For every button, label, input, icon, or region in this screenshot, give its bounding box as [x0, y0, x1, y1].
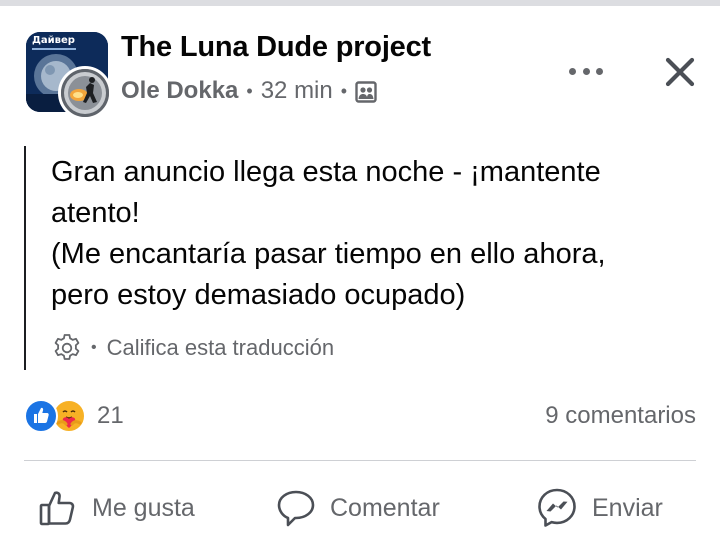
rate-translation-label: Califica esta traducción — [106, 335, 335, 360]
post-text: Gran anuncio llega esta noche - ¡mantent… — [51, 152, 704, 316]
post-header: Дайвер The Luna Dude project Ole Dokka •… — [0, 26, 720, 120]
avatar-group[interactable]: Дайвер — [26, 32, 116, 120]
gear-icon — [54, 334, 80, 360]
send-button-label: Enviar — [592, 493, 663, 522]
reaction-icons[interactable] — [24, 399, 92, 435]
meta-separator: • — [246, 80, 253, 101]
more-dot — [596, 67, 603, 75]
more-horizontal-icon — [569, 67, 576, 75]
post-body: Gran anuncio llega esta noche - ¡mantent… — [24, 146, 704, 370]
reactions-bar: 21 9 comentarios — [24, 397, 696, 437]
group-photo-icon[interactable] — [355, 81, 377, 103]
comment-button-label: Comentar — [330, 493, 440, 522]
top-strip — [0, 0, 720, 6]
like-button[interactable]: Me gusta — [38, 478, 195, 538]
rate-translation[interactable]: • Califica esta traducción — [51, 332, 704, 364]
translation-separator: • — [91, 339, 97, 356]
divider — [24, 460, 696, 461]
group-name[interactable]: The Luna Dude project — [121, 31, 431, 64]
group-avatar-title: Дайвер — [32, 35, 75, 46]
thumbs-up-icon — [39, 491, 75, 526]
post-meta: Ole Dokka • 32 min • — [121, 76, 377, 106]
send-button[interactable]: Enviar — [536, 478, 663, 538]
like-button-label: Me gusta — [92, 493, 195, 522]
post-text-line: pero estoy demasiado ocupado) — [51, 279, 466, 311]
more-dot — [582, 67, 590, 75]
user-avatar[interactable] — [58, 66, 112, 120]
close-icon[interactable] — [660, 52, 700, 92]
post-text-line: (Me encantaría pasar tiempo en ello ahor… — [51, 238, 606, 270]
author-name[interactable]: Ole Dokka — [121, 77, 238, 105]
post-text-line: Gran anuncio llega esta noche - ¡mantent… — [51, 156, 601, 188]
comments-count[interactable]: 9 comentarios — [545, 402, 696, 430]
user-avatar-image — [61, 69, 109, 117]
comment-button[interactable]: Comentar — [276, 478, 440, 538]
action-bar: Me gusta Comentar Enviar — [24, 478, 696, 538]
comment-icon — [277, 490, 315, 527]
post-time[interactable]: 32 min — [261, 77, 333, 105]
more-options-button[interactable] — [566, 56, 606, 86]
like-reaction-icon — [24, 399, 58, 433]
post-text-line: atento! — [51, 197, 140, 229]
messenger-icon — [538, 488, 576, 527]
meta-separator: • — [340, 80, 348, 101]
reaction-count[interactable]: 21 — [97, 402, 124, 430]
